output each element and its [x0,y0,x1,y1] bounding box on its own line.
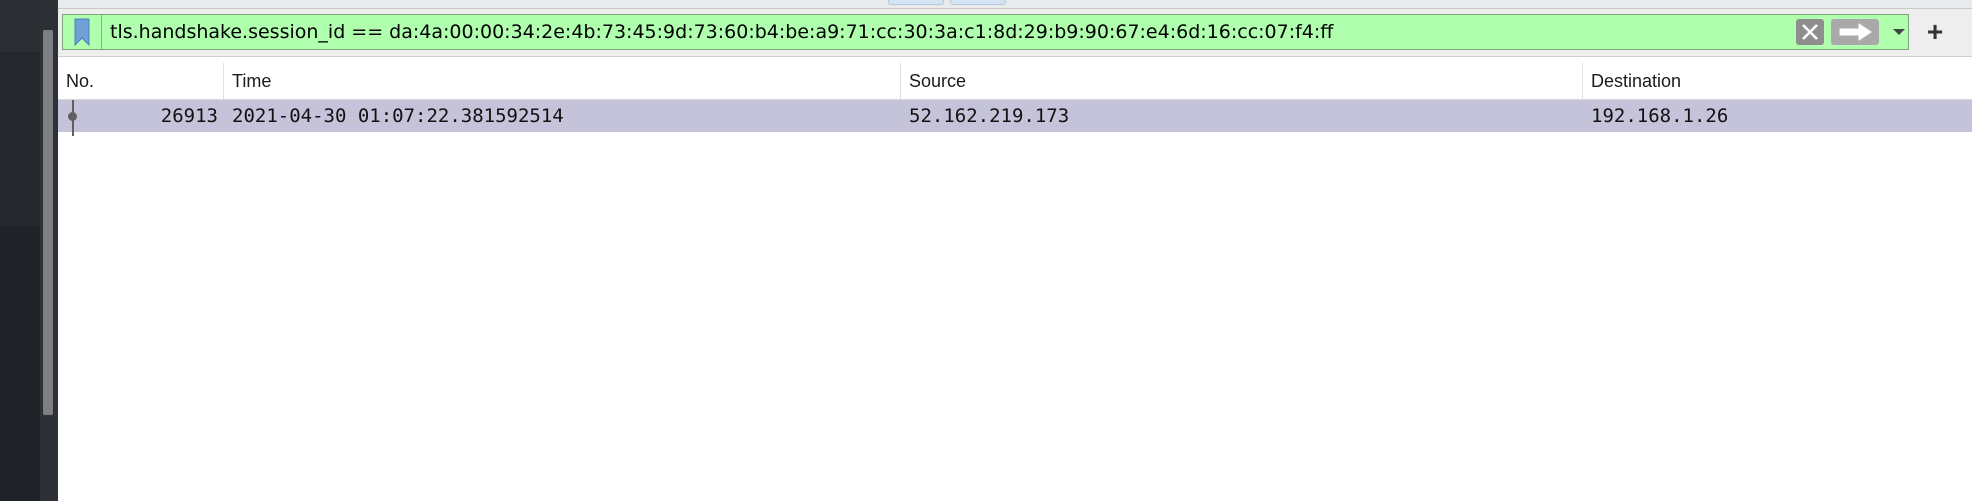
packet-list: No. Time Source Destination 26913 2021-0… [58,57,1972,501]
bookmark-icon [74,18,90,46]
packet-time-cell: 2021-04-30 01:07:22.381592514 [232,105,564,127]
packet-no-cell: 26913 [160,105,218,127]
filter-history-dropdown[interactable] [1889,15,1909,49]
display-filter-toolbar: tls.handshake.session_id == da:4a:00:00:… [58,9,1972,57]
packet-row[interactable]: 26913 2021-04-30 01:07:22.381592514 52.1… [58,100,1972,136]
adjacent-panel-section [0,52,40,226]
packet-list-header: No. Time Source Destination [58,63,1972,100]
packet-source-cell: 52.162.219.173 [909,105,1070,127]
display-filter-input[interactable]: tls.handshake.session_id == da:4a:00:00:… [62,14,1909,50]
add-filter-button[interactable]: + [1920,15,1950,49]
column-header-no[interactable]: No. [58,63,224,99]
toolbar-tab-edge[interactable] [888,0,944,5]
column-header-time[interactable]: Time [224,63,901,99]
top-toolbar-strip [58,0,1972,9]
packet-destination-cell: 192.168.1.26 [1591,105,1729,127]
display-filter-text[interactable]: tls.handshake.session_id == da:4a:00:00:… [110,15,1333,49]
column-header-destination[interactable]: Destination [1583,63,1972,99]
toolbar-tab-edge[interactable] [950,0,1006,5]
column-header-source[interactable]: Source [901,63,1583,99]
adjacent-scrollbar-thumb[interactable] [43,30,53,415]
arrow-right-icon [1839,23,1872,41]
close-icon [1802,24,1818,40]
filter-bookmark-button[interactable] [63,15,102,49]
apply-filter-button[interactable] [1831,19,1879,45]
adjacent-panel-header [0,0,40,52]
clear-filter-button[interactable] [1796,19,1824,45]
chevron-down-icon [1893,29,1905,35]
related-packet-marker [68,112,77,121]
